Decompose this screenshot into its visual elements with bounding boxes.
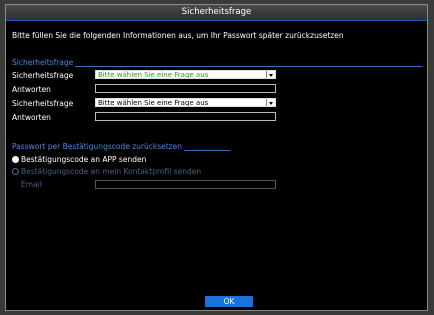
answer-1-label: Antworten: [12, 85, 51, 94]
chevron-down-icon[interactable]: [266, 71, 275, 78]
chevron-down-icon[interactable]: [266, 99, 275, 106]
question-1-value: Bitte wählen Sie eine Frage aus: [98, 71, 209, 79]
answer-2-input[interactable]: [95, 112, 276, 121]
question-1-label: Sicherheitsfrage: [12, 71, 74, 80]
radio-send-app[interactable]: [12, 156, 19, 163]
section-title: Sicherheitsfrage: [12, 58, 76, 67]
question-2-select[interactable]: Bitte wählen Sie eine Frage aus: [95, 98, 276, 107]
dialog-title: Sicherheitsfrage: [6, 5, 427, 21]
answer-1-input[interactable]: [95, 84, 276, 93]
ok-button[interactable]: OK: [205, 296, 253, 307]
question-2-value: Bitte wählen Sie eine Frage aus: [98, 99, 209, 107]
email-input[interactable]: [95, 180, 276, 189]
answer-2-label: Antworten: [12, 113, 51, 122]
info-text: Bitte füllen Sie die folgenden Informati…: [12, 31, 344, 40]
question-2-label: Sicherheitsfrage: [12, 99, 74, 108]
radio-send-app-label[interactable]: Bestätigungscode an APP senden: [21, 155, 146, 164]
radio-send-contact[interactable]: [12, 168, 19, 175]
radio-send-contact-label[interactable]: Bestätigungscode an mein Kontaktprofil s…: [21, 167, 201, 176]
question-1-select[interactable]: Bitte wählen Sie eine Frage aus: [95, 70, 276, 79]
section-title: Passwort per Bestätigungscode zurücksetz…: [12, 142, 184, 151]
security-question-dialog: Sicherheitsfrage Bitte füllen Sie die fo…: [5, 4, 428, 311]
email-label: Email: [21, 180, 42, 189]
